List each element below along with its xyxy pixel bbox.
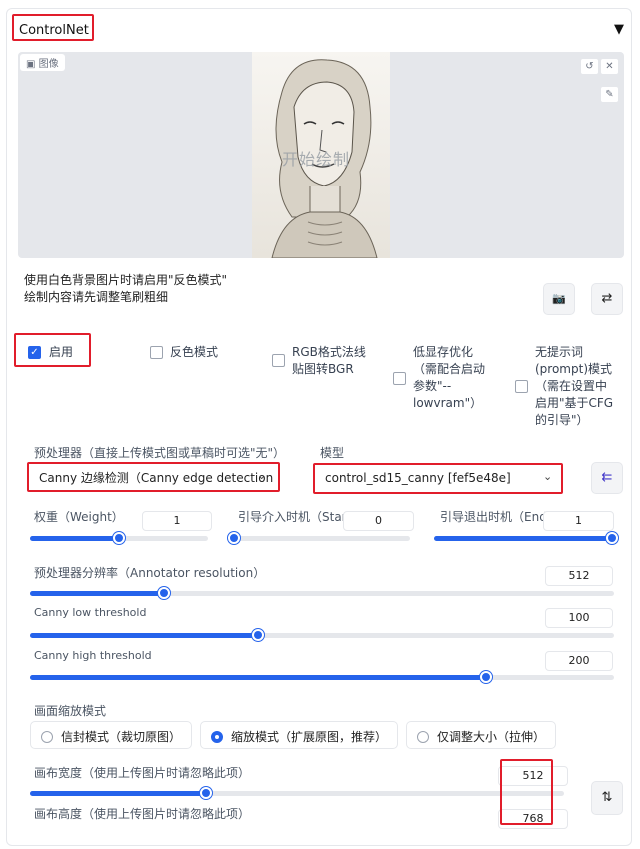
swap-vertical-icon: ⇅ bbox=[601, 790, 613, 805]
guidance-end-slider-thumb[interactable] bbox=[606, 532, 618, 544]
guidance-start-slider-thumb[interactable] bbox=[228, 532, 240, 544]
weight-slider-thumb[interactable] bbox=[113, 532, 125, 544]
rgb-bgr-label: RGB格式法线 贴图转BGR bbox=[292, 344, 366, 378]
radio-stretch[interactable] bbox=[417, 731, 429, 743]
model-label: 模型 bbox=[320, 446, 345, 460]
guess-mode-checkbox[interactable] bbox=[515, 380, 528, 393]
guess-line-1: 无提示词 bbox=[535, 345, 584, 359]
resize-mode-label: 画面缩放模式 bbox=[34, 704, 107, 718]
swap-button[interactable]: ⇄ bbox=[591, 283, 623, 315]
image-label-text: 图像 bbox=[38, 59, 59, 70]
image-label: ▣ 图像 bbox=[20, 54, 65, 71]
annotator-resolution-slider-fill bbox=[30, 591, 165, 596]
guess-line-5: 的引导"） bbox=[535, 413, 589, 427]
annotator-resolution-label: 预处理器分辨率（Annotator resolution） bbox=[34, 566, 266, 580]
resize-option-stretch-label: 仅调整大小（拉伸） bbox=[437, 730, 546, 744]
guess-line-4: 启用"基于CFG bbox=[535, 396, 614, 410]
guess-line-3: （需在设置中 bbox=[535, 379, 608, 393]
controlnet-title[interactable]: ControlNet bbox=[12, 14, 94, 41]
preprocessor-value: Canny 边缘检测（Canny edge detection bbox=[39, 471, 274, 485]
guidance-start-input[interactable]: 0 bbox=[343, 511, 414, 531]
guidance-end-slider-fill bbox=[434, 536, 612, 541]
rgb-bgr-line-1: RGB格式法线 bbox=[292, 345, 366, 359]
guess-mode-label: 无提示词 (prompt)模式 （需在设置中 启用"基于CFG 的引导"） bbox=[535, 344, 613, 429]
rgb-bgr-line-2: 贴图转BGR bbox=[292, 362, 354, 376]
low-threshold-slider-fill bbox=[30, 633, 258, 638]
weight-input[interactable]: 1 bbox=[142, 511, 212, 531]
preprocessor-select[interactable]: Canny 边缘检测（Canny edge detection bbox=[29, 464, 278, 490]
resize-option-envelope[interactable]: 信封模式（裁切原图） bbox=[30, 721, 192, 749]
weight-label: 权重（Weight） bbox=[34, 510, 124, 524]
low-threshold-slider-thumb[interactable] bbox=[251, 629, 264, 641]
low-threshold-input[interactable]: 100 bbox=[545, 608, 613, 628]
high-threshold-slider-track[interactable] bbox=[30, 675, 614, 680]
collapse-triangle-icon[interactable]: ▼ bbox=[614, 22, 624, 37]
high-threshold-input[interactable]: 200 bbox=[545, 651, 613, 671]
lowvram-line-4: lowvram"） bbox=[413, 396, 483, 410]
high-threshold-slider-fill bbox=[30, 675, 486, 680]
swap-icon: ⇄ bbox=[601, 291, 613, 306]
low-threshold-slider-track[interactable] bbox=[30, 633, 614, 638]
low-threshold-label: Canny low threshold bbox=[34, 606, 147, 619]
model-select[interactable]: control_sd15_canny [fef5e48e] bbox=[315, 465, 561, 492]
canvas-width-slider-track[interactable] bbox=[30, 791, 564, 796]
lowvram-line-2: （需配合启动 bbox=[413, 362, 486, 376]
check-icon: ✓ bbox=[30, 347, 39, 358]
canvas-size-highlight bbox=[500, 759, 553, 825]
camera-button[interactable]: 📷 bbox=[543, 283, 575, 315]
hint-line-2: 绘制内容请先调整笔刷粗细 bbox=[24, 290, 169, 304]
resize-option-scale-label: 缩放模式（扩展原图，推荐） bbox=[231, 730, 388, 744]
radio-scale[interactable] bbox=[211, 731, 223, 743]
end-icon: ⇇ bbox=[601, 470, 613, 485]
annotator-resolution-input[interactable]: 512 bbox=[545, 566, 613, 586]
enable-label: 启用 bbox=[49, 345, 74, 359]
invert-label: 反色模式 bbox=[170, 345, 219, 359]
chevron-down-icon: ⌄ bbox=[543, 470, 553, 483]
guess-line-2: (prompt)模式 bbox=[535, 362, 613, 376]
high-threshold-label: Canny high threshold bbox=[34, 649, 152, 662]
rgb-bgr-checkbox[interactable] bbox=[272, 354, 285, 367]
guidance-start-slider-track[interactable] bbox=[234, 536, 410, 541]
canvas-watermark-text: 开始绘制 bbox=[282, 150, 351, 169]
canvas-width-slider-fill bbox=[30, 791, 207, 796]
invert-checkbox[interactable] bbox=[150, 346, 163, 359]
model-value: control_sd15_canny [fef5e48e] bbox=[325, 471, 511, 485]
guidance-end-label: 引导退出时机（End） bbox=[440, 510, 559, 524]
lowvram-label: 低显存优化 （需配合启动 参数"-- lowvram"） bbox=[413, 344, 485, 412]
resize-option-envelope-label: 信封模式（裁切原图） bbox=[61, 730, 182, 744]
enable-checkbox[interactable]: ✓ bbox=[28, 346, 41, 359]
radio-envelope[interactable] bbox=[41, 731, 53, 743]
image-frame-icon: ▣ bbox=[26, 59, 36, 70]
end-button[interactable]: ⇇ bbox=[591, 462, 623, 494]
canvas-width-label: 画布宽度（使用上传图片时请忽略此项） bbox=[34, 766, 251, 780]
refresh-icon[interactable]: ↺ bbox=[580, 58, 599, 75]
annotator-resolution-slider-track[interactable] bbox=[30, 591, 614, 596]
hint-text: 使用白色背景图片时请启用"反色模式" 绘制内容请先调整笔刷粗细 bbox=[24, 272, 227, 306]
guidance-end-slider-track[interactable] bbox=[434, 536, 612, 541]
preprocessor-label: 预处理器（直接上传模式图或草稿时可选"无"） bbox=[34, 446, 286, 460]
weight-slider-fill bbox=[30, 536, 119, 541]
lowvram-line-3: 参数"-- bbox=[413, 379, 452, 393]
camera-icon: 📷 bbox=[552, 292, 566, 305]
high-threshold-slider-thumb[interactable] bbox=[479, 671, 492, 683]
swap-dimensions-button[interactable]: ⇅ bbox=[591, 781, 623, 815]
resize-option-scale[interactable]: 缩放模式（扩展原图，推荐） bbox=[200, 721, 398, 749]
close-icon[interactable]: ✕ bbox=[600, 58, 619, 75]
hint-line-1: 使用白色背景图片时请启用"反色模式" bbox=[24, 273, 228, 287]
guidance-end-input[interactable]: 1 bbox=[543, 511, 614, 531]
panel-title-text: ControlNet bbox=[19, 23, 89, 38]
resize-option-stretch[interactable]: 仅调整大小（拉伸） bbox=[406, 721, 556, 749]
canvas-height-label: 画布高度（使用上传图片时请忽略此项） bbox=[34, 807, 251, 821]
lowvram-line-1: 低显存优化 bbox=[413, 345, 474, 359]
brush-icon[interactable]: ✎ bbox=[600, 86, 619, 103]
lowvram-checkbox[interactable] bbox=[393, 372, 406, 385]
chevron-down-icon: ⌄ bbox=[257, 469, 267, 482]
